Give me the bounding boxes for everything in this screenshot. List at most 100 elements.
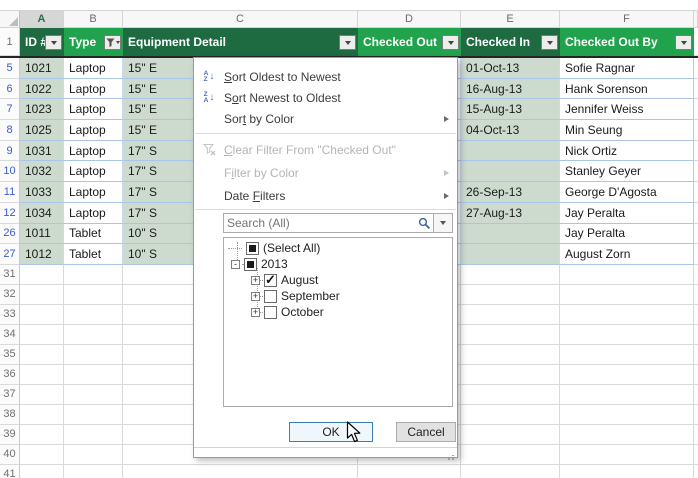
row-number[interactable]: 32 [0,284,20,305]
checkbox-september[interactable] [264,289,277,303]
cell-type[interactable]: Laptop [64,120,123,141]
filter-dropdown-button-checked-out-by[interactable] [675,35,692,50]
tree-item-october[interactable]: + October [251,304,324,320]
header-cell-checked-out[interactable]: Checked Out [358,28,461,56]
cell-id[interactable]: 1031 [20,140,64,162]
row-number[interactable]: 27 [0,244,20,265]
cell-checked-in[interactable]: 26-Sep-13 [461,182,560,203]
header-cell-equipment-detail[interactable]: Equipment Detail [123,28,358,56]
cell-checked-in[interactable]: 04-Oct-13 [461,120,560,141]
row-number[interactable]: 26 [0,223,20,245]
menu-item-sort-newest[interactable]: ZA ↓ Sort Newest to Oldest [194,87,457,108]
row-number[interactable]: 10 [0,161,20,183]
expand-expander-icon[interactable]: + [251,291,260,301]
cell-id[interactable]: 1034 [20,202,64,224]
column-header-g-sliver[interactable] [694,11,698,28]
cell-id[interactable]: 1032 [20,161,64,183]
row-number[interactable]: 33 [0,304,20,325]
expand-expander-icon[interactable]: + [251,307,260,317]
row-number[interactable]: 31 [0,264,20,285]
cell-id[interactable]: 1023 [20,99,64,121]
cell-checked-out-by[interactable]: Stanley Geyer [560,161,694,183]
cell-checked-in[interactable]: 01-Oct-13 [461,58,560,79]
row-number[interactable]: 9 [0,140,20,162]
resize-grip-icon[interactable] [452,453,454,455]
checkbox-august[interactable]: ✓ [264,273,277,287]
cell-id[interactable]: 1011 [20,223,64,245]
row-number[interactable]: 40 [0,444,20,465]
cell-checked-in[interactable]: 27-Aug-13 [461,202,560,224]
tree-item-september[interactable]: + September [251,288,340,304]
column-header-f[interactable]: F [560,11,694,28]
row-number[interactable]: 39 [0,424,20,445]
cell-checked-in[interactable] [461,161,560,183]
cell-checked-in[interactable] [461,140,560,162]
row-number[interactable]: 34 [0,324,20,345]
header-cell-id[interactable]: ID # [20,28,64,56]
cell-checked-out-by[interactable]: George D'Agosta [560,182,694,203]
expand-expander-icon[interactable]: + [251,275,260,285]
cell-checked-out-by[interactable]: Sofie Ragnar [560,58,694,79]
tree-item-2013[interactable]: - 2013 [231,256,288,272]
cell-checked-in[interactable]: 15-Aug-13 [461,99,560,121]
header-g-sliver[interactable] [694,28,698,56]
cell-checked-out-by[interactable]: Nick Ortiz [560,140,694,162]
cell-checked-in[interactable] [461,223,560,245]
row-number[interactable]: 35 [0,344,20,365]
filter-dropdown-button-id[interactable] [45,35,62,50]
row-number[interactable]: 5 [0,58,20,79]
cell-type[interactable]: Laptop [64,58,123,79]
column-header-d[interactable]: D [358,11,461,28]
cell-type[interactable]: Tablet [64,244,123,265]
cell-empty[interactable] [694,78,698,100]
menu-item-date-filters[interactable]: Date Filters [194,184,457,207]
row-number[interactable]: 12 [0,202,20,224]
menu-item-sort-by-color[interactable]: Sort by Color [194,108,457,129]
row-number[interactable]: 8 [0,120,20,141]
row-number[interactable]: 6 [0,78,20,100]
cell-id[interactable]: 1022 [20,78,64,100]
column-header-a[interactable]: A [20,11,64,28]
menu-item-sort-oldest[interactable]: AZ ↓ Sort Oldest to Newest [194,66,457,87]
cell-checked-out-by[interactable]: Jay Peralta [560,223,694,245]
cell-empty[interactable] [694,244,698,265]
tree-item-august[interactable]: + ✓ August [251,272,318,288]
cell-id[interactable]: 1012 [20,244,64,265]
cell-checked-out-by[interactable]: Jennifer Weiss [560,99,694,121]
cell-type[interactable]: Laptop [64,182,123,203]
header-cell-checked-out-by[interactable]: Checked Out By [560,28,694,56]
header-cell-checked-in[interactable]: Checked In [461,28,560,56]
cell-empty[interactable] [694,202,698,224]
column-header-b[interactable]: B [64,11,123,28]
filter-dropdown-button-equipment-detail[interactable] [339,35,356,50]
cell-id[interactable]: 1033 [20,182,64,203]
cell-type[interactable]: Tablet [64,223,123,245]
cell-checked-in[interactable] [461,244,560,265]
cell-empty[interactable] [694,120,698,141]
cell-type[interactable]: Laptop [64,161,123,183]
cell-empty[interactable] [694,140,698,162]
search-input[interactable] [224,216,418,230]
column-header-e[interactable]: E [461,11,560,28]
cell-type[interactable]: Laptop [64,202,123,224]
cell-empty[interactable] [694,182,698,203]
row-number-1[interactable]: 1 [0,28,20,56]
collapse-expander-icon[interactable]: - [231,259,240,269]
cell-empty[interactable] [694,161,698,183]
cell-id[interactable]: 1021 [20,58,64,79]
cell-empty[interactable] [694,58,698,79]
checkbox-2013[interactable] [244,257,257,271]
search-combo-button[interactable] [433,214,452,232]
row-number[interactable]: 36 [0,364,20,385]
cell-id[interactable]: 1025 [20,120,64,141]
row-number[interactable]: 11 [0,182,20,203]
checkbox-october[interactable] [264,305,277,319]
cell-checked-in[interactable]: 16-Aug-13 [461,78,560,100]
cell-checked-out-by[interactable]: Min Seung [560,120,694,141]
filter-dropdown-button-checked-in[interactable] [541,35,558,50]
checkbox-select-all[interactable] [246,241,259,255]
cell-type[interactable]: Laptop [64,78,123,100]
header-cell-type[interactable]: Type [64,28,123,56]
cell-checked-out-by[interactable]: Hank Sorenson [560,78,694,100]
filter-dropdown-button-type[interactable] [104,35,121,50]
